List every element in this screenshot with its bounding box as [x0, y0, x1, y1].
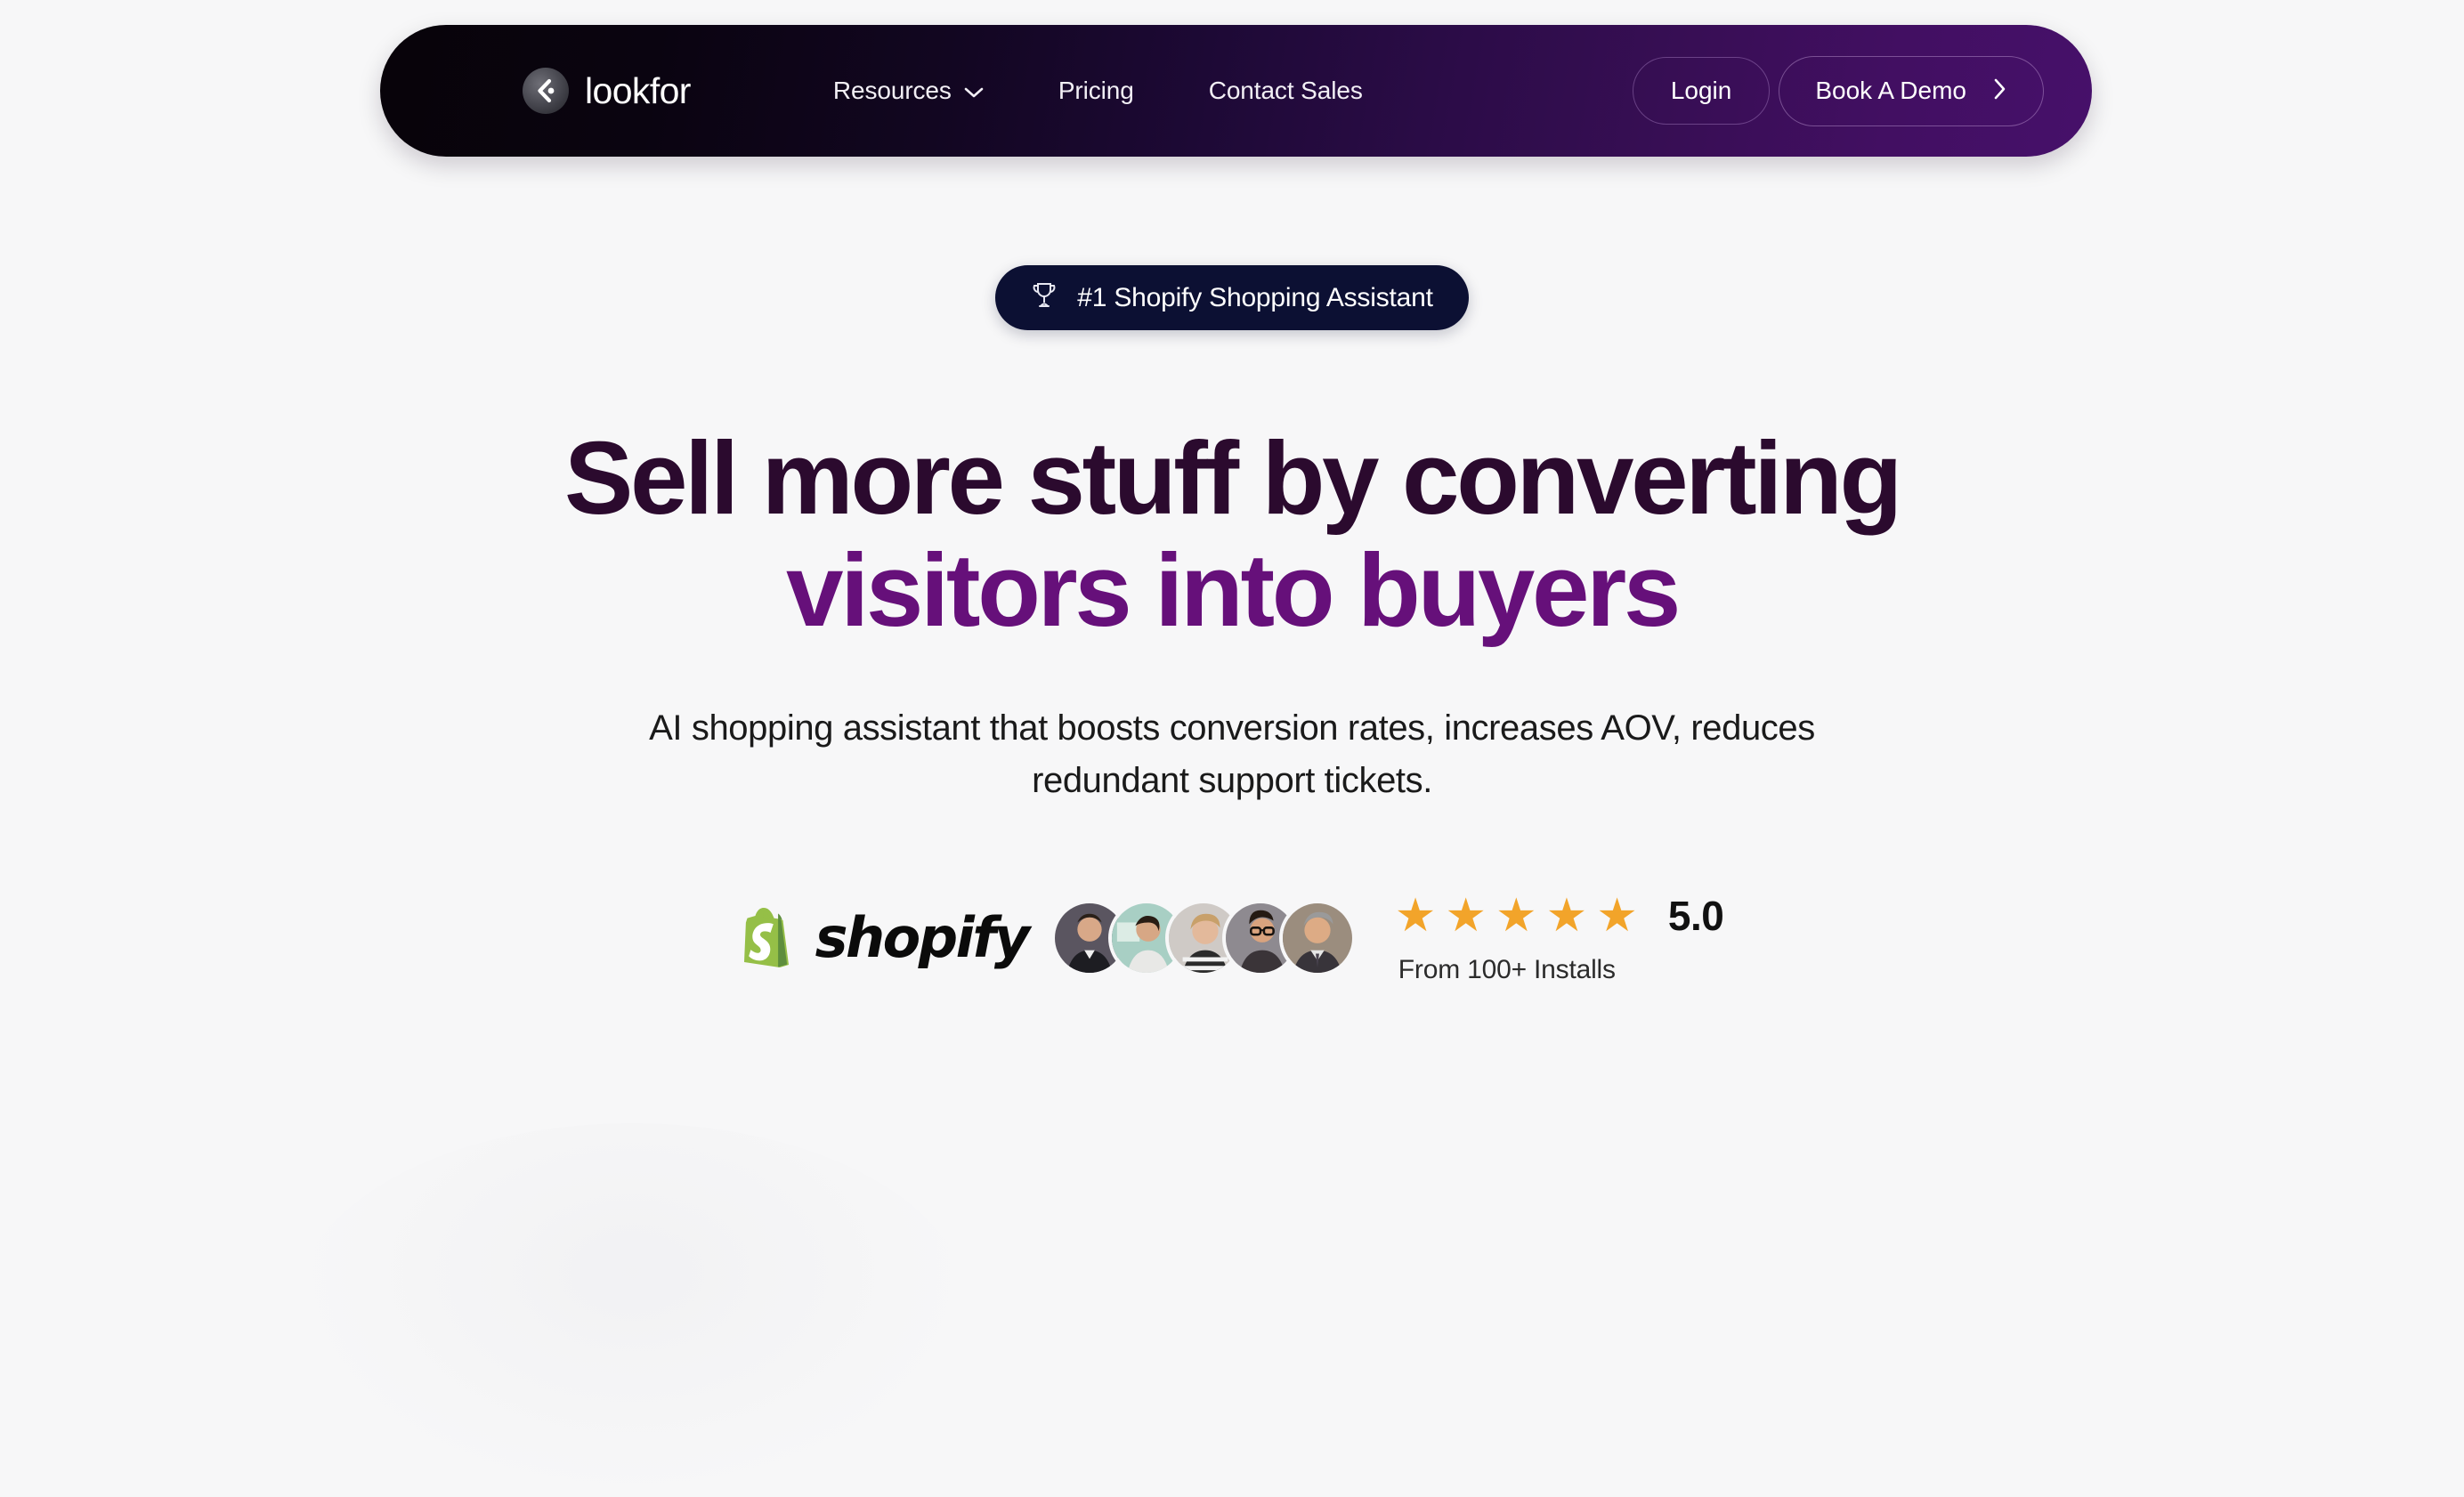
- nav-link-pricing-label: Pricing: [1058, 77, 1134, 104]
- star-icon: ★: [1545, 890, 1588, 943]
- nav-actions: Login Book A Demo: [1632, 55, 2044, 126]
- brand-name: lookfor: [585, 69, 691, 111]
- nav-link-contact-sales-label: Contact Sales: [1208, 77, 1363, 104]
- brand-logo[interactable]: lookfor: [523, 68, 691, 114]
- book-a-demo-button[interactable]: Book A Demo: [1779, 55, 2044, 126]
- rating-block: ★ ★ ★ ★ ★ 5.0 From 100+ Installs: [1395, 893, 1724, 983]
- nav-link-contact-sales[interactable]: Contact Sales: [1171, 77, 1400, 105]
- status-badge-label: #1 Shopify Shopping Assistant: [1077, 282, 1433, 312]
- star-icon: ★: [1596, 890, 1638, 943]
- login-button[interactable]: Login: [1632, 57, 1771, 125]
- chevron-left-dot-logo-icon: [523, 68, 569, 114]
- hero-section: #1 Shopify Shopping Assistant Sell more …: [0, 157, 2464, 983]
- nav-link-pricing[interactable]: Pricing: [1021, 77, 1171, 105]
- rating-caption: From 100+ Installs: [1398, 955, 1616, 985]
- star-icon: ★: [1445, 890, 1487, 943]
- avatar: [1278, 900, 1356, 977]
- star-icon: ★: [1394, 890, 1437, 943]
- headline-line-1: Sell more stuff by converting: [564, 420, 1902, 536]
- nav-link-resources[interactable]: Resources: [833, 77, 1021, 105]
- page-title: Sell more stuff by converting visitors i…: [564, 420, 1902, 648]
- book-a-demo-label: Book A Demo: [1815, 77, 1966, 104]
- shopify-wordmark: shopify: [815, 905, 1031, 971]
- chevron-right-icon: [1993, 77, 2007, 105]
- background-decorative-blob: [294, 1123, 970, 1497]
- nav-links: Resources Pricing Contact Sales: [833, 77, 1633, 105]
- star-rating: ★ ★ ★ ★ ★: [1395, 893, 1638, 939]
- chevron-down-icon: [964, 77, 984, 105]
- main-navbar: lookfor Resources Pricing Contact Sales …: [380, 25, 2092, 157]
- shopify-bag-icon: [741, 903, 799, 974]
- shopify-logo: shopify: [741, 903, 1031, 974]
- rating-row: ★ ★ ★ ★ ★ 5.0: [1395, 893, 1724, 939]
- avatar-group: [1050, 900, 1356, 977]
- hero-subheadline: AI shopping assistant that boosts conver…: [649, 708, 1815, 801]
- rating-score: 5.0: [1667, 893, 1724, 940]
- headline-line-2: visitors into buyers: [785, 532, 1681, 648]
- star-icon: ★: [1495, 890, 1537, 943]
- nav-link-resources-label: Resources: [832, 77, 952, 104]
- status-badge: #1 Shopify Shopping Assistant: [995, 265, 1469, 330]
- trophy-icon: [1031, 281, 1058, 314]
- social-proof-row: shopify ★ ★ ★ ★ ★ 5.0 From 100+ Installs: [741, 893, 1724, 983]
